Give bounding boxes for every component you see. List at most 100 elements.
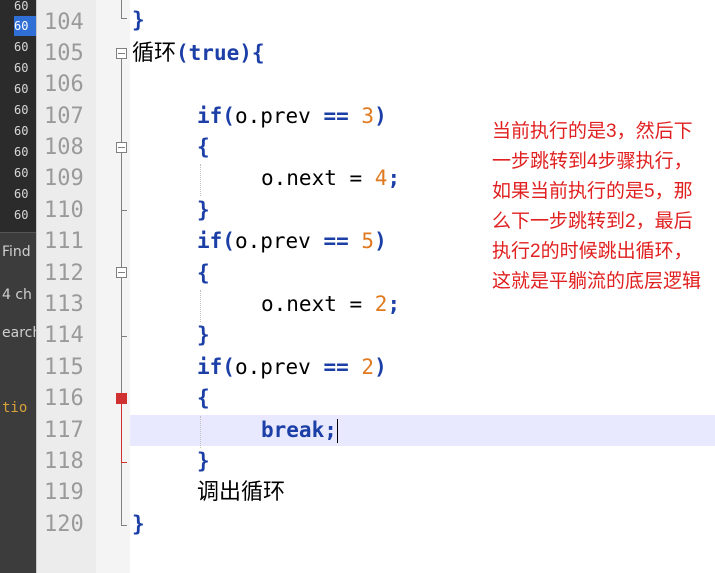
- line-number: 118: [44, 449, 84, 474]
- line-number: 110: [44, 198, 84, 223]
- fold-toggle-icon-active[interactable]: [116, 393, 127, 404]
- annotation-text: 当前执行的是3，然后下一步跳转到4步骤执行，如果当前执行的是5，那么下一步跳转到…: [492, 121, 702, 292]
- fold-line: [121, 0, 122, 18]
- cond-expr: o.prev: [234, 229, 324, 253]
- current-line-highlight: [130, 415, 715, 446]
- cond-close-paren: ): [374, 229, 387, 253]
- fold-toggle-icon[interactable]: [116, 267, 127, 278]
- side-line-number[interactable]: 60: [14, 142, 36, 162]
- code-line-108[interactable]: {: [197, 132, 210, 163]
- assign-expr: o.next =: [261, 166, 375, 190]
- side-line-number[interactable]: 60: [14, 58, 36, 78]
- code-line-107[interactable]: if(o.prev == 3): [197, 101, 387, 132]
- brace-close: }: [132, 8, 145, 32]
- side-line-number[interactable]: 60: [14, 0, 36, 16]
- code-line-113[interactable]: o.next = 2;: [261, 289, 400, 320]
- code-line-115[interactable]: if(o.prev == 2): [197, 352, 387, 383]
- line-number: 112: [44, 261, 84, 286]
- find-label[interactable]: Find: [2, 244, 31, 260]
- cond-open-paren: (: [222, 229, 235, 253]
- match-count-label: 4 ch: [2, 287, 32, 303]
- cond-expr: o.prev: [234, 104, 324, 128]
- eq-operator: ==: [323, 355, 349, 379]
- code-line-118[interactable]: }: [197, 446, 210, 477]
- line-number: 115: [44, 355, 84, 380]
- side-line-number[interactable]: 60: [14, 100, 36, 120]
- line-number: 114: [44, 323, 84, 348]
- output-label: tio: [2, 400, 28, 416]
- code-line-110[interactable]: }: [197, 195, 210, 226]
- code-line-109[interactable]: o.next = 4;: [261, 163, 400, 194]
- code-line-112[interactable]: {: [197, 258, 210, 289]
- break-keyword: break: [261, 418, 325, 442]
- number-literal: 3: [361, 104, 375, 128]
- side-line-number-selected[interactable]: 60: [14, 16, 36, 36]
- number-literal: 2: [361, 355, 375, 379]
- cond-expr: o.prev: [234, 355, 324, 379]
- true-literal: (true): [176, 41, 252, 65]
- line-number: 111: [44, 229, 84, 254]
- code-line-114[interactable]: }: [197, 320, 210, 351]
- line-number: 117: [44, 418, 84, 443]
- brace-close: }: [132, 512, 145, 536]
- line-number: 104: [44, 10, 84, 35]
- indent-guide: [200, 416, 201, 448]
- fold-end-tick: [121, 525, 127, 526]
- code-line-105[interactable]: 循环(true){: [132, 38, 265, 69]
- code-line-111[interactable]: if(o.prev == 5): [197, 226, 387, 257]
- fold-end-tick: [121, 18, 127, 19]
- line-number: 105: [44, 41, 84, 66]
- if-keyword: if: [197, 104, 223, 128]
- code-line-116[interactable]: {: [197, 383, 210, 414]
- line-number: 119: [44, 480, 84, 505]
- number-literal: 5: [361, 229, 375, 253]
- fold-toggle-icon[interactable]: [116, 142, 127, 153]
- indent-guide: [200, 164, 201, 196]
- side-line-number[interactable]: 60: [14, 37, 36, 57]
- fold-margin: [96, 0, 130, 573]
- side-line-number[interactable]: 60: [14, 184, 36, 204]
- exit-loop-comment: 调出循环: [197, 480, 286, 505]
- semicolon: ;: [387, 166, 401, 190]
- side-line-number[interactable]: 60: [14, 121, 36, 141]
- if-keyword: if: [197, 229, 223, 253]
- fold-end-tick-active: [121, 462, 127, 463]
- side-line-number[interactable]: 60: [14, 205, 36, 225]
- brace-close: }: [197, 449, 210, 473]
- if-keyword: if: [197, 355, 223, 379]
- fold-toggle-icon[interactable]: [116, 48, 127, 59]
- line-number: 108: [44, 135, 84, 160]
- line-number: 107: [44, 104, 84, 129]
- fold-line-active: [121, 404, 122, 462]
- brace-open: {: [251, 41, 265, 65]
- side-line-number[interactable]: 60: [14, 79, 36, 99]
- brace-close: }: [197, 198, 210, 222]
- side-line-number[interactable]: 60: [14, 163, 36, 183]
- side-panel: 60 60 60 60 60 60 60 60 60 60 60 Find 4 …: [0, 0, 36, 573]
- cond-close-paren: ): [374, 355, 387, 379]
- number-literal: 4: [374, 166, 388, 190]
- code-line-119[interactable]: 调出循环: [197, 477, 285, 508]
- semicolon: ;: [387, 292, 401, 316]
- code-line-117[interactable]: break;: [261, 415, 338, 446]
- brace-close: }: [197, 323, 210, 347]
- code-line-120[interactable]: }: [132, 509, 145, 540]
- fold-end-tick: [121, 210, 127, 211]
- eq-operator: ==: [323, 229, 349, 253]
- line-number: 116: [44, 386, 84, 411]
- search-label[interactable]: earch: [2, 325, 36, 341]
- brace-open: {: [197, 386, 210, 410]
- line-number: 120: [44, 512, 84, 537]
- number-literal: 2: [374, 292, 388, 316]
- fold-end-tick: [121, 336, 127, 337]
- loop-keyword: 循环: [132, 41, 177, 66]
- line-number: 106: [44, 72, 84, 97]
- code-line-104[interactable]: }: [132, 5, 145, 36]
- cond-open-paren: (: [222, 104, 235, 128]
- cond-close-paren: ): [374, 104, 387, 128]
- brace-open: {: [197, 261, 210, 285]
- assign-expr: o.next =: [261, 292, 375, 316]
- brace-open: {: [197, 135, 210, 159]
- cond-open-paren: (: [222, 355, 235, 379]
- semicolon: ;: [324, 418, 337, 442]
